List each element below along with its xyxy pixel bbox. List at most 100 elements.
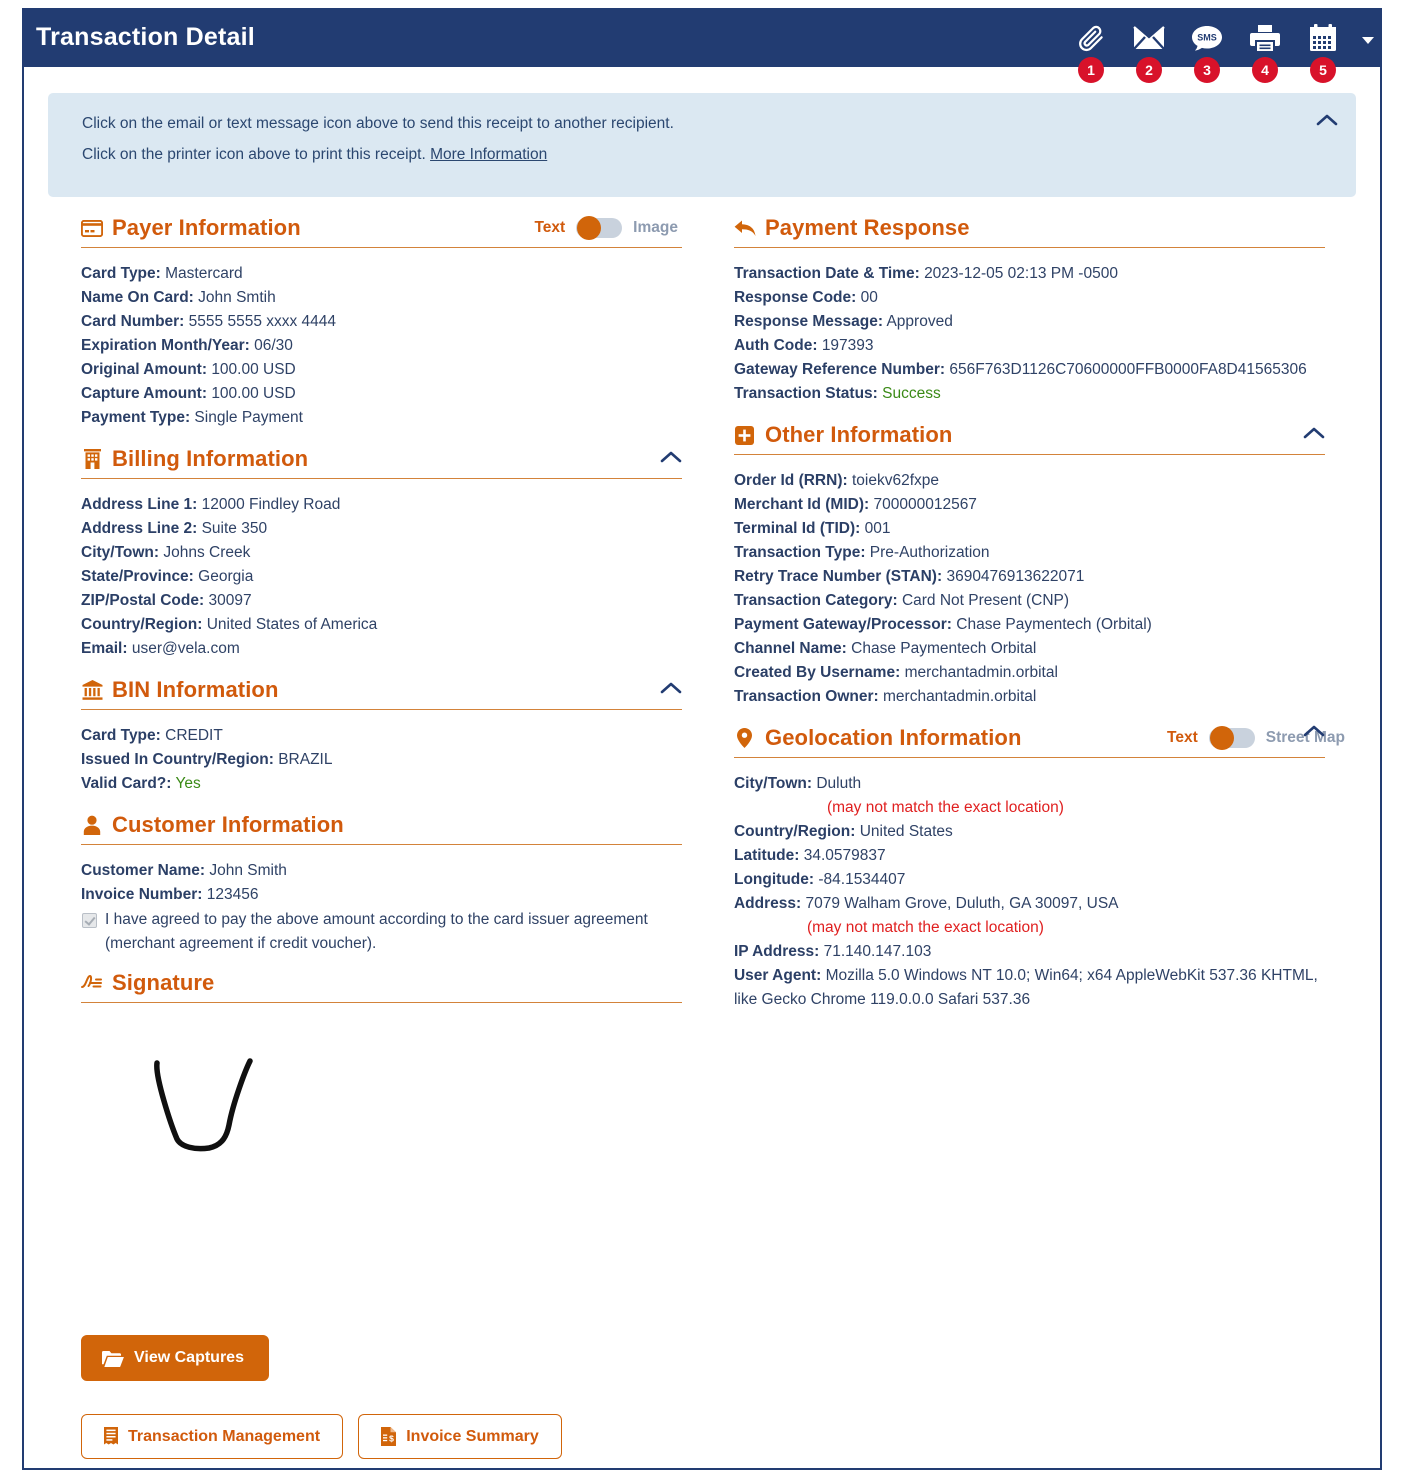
chevron-down-icon[interactable] <box>1362 36 1374 44</box>
geolocation-toggle-knob <box>1209 726 1234 750</box>
field-value: Card Not Present (CNP) <box>901 592 1070 609</box>
field-gateway-reference: Gateway Reference Number: 656F763D1126C7… <box>734 358 1325 382</box>
payment-response-title: Payment Response <box>764 215 970 240</box>
field-card-type: Card Type: Mastercard <box>81 262 682 286</box>
field-geo-ip-address: IP Address: 71.140.147.103 <box>734 940 1325 964</box>
field-transaction-datetime: Transaction Date & Time: 2023-12-05 02:1… <box>734 262 1325 286</box>
field-value: Johns Creek <box>163 544 251 561</box>
field-created-by-username: Created By Username: merchantadmin.orbit… <box>734 661 1325 685</box>
primary-button-row: View Captures <box>81 1335 1380 1381</box>
field-key: Valid Card?: <box>81 775 172 792</box>
field-geo-city: City/Town: Duluth <box>734 772 1325 796</box>
section-geolocation-information: Geolocation Information Text Street Map … <box>733 724 1345 1020</box>
bin-information-header: BIN Information <box>81 677 682 710</box>
banner-collapse-chevron-icon[interactable] <box>1316 113 1338 131</box>
field-value: 100.00 USD <box>211 361 296 378</box>
field-key: Address: <box>733 895 802 912</box>
calendar-badge: 5 <box>1310 57 1336 83</box>
status-badge: Success <box>882 385 941 402</box>
agreement-checkbox[interactable] <box>82 913 97 928</box>
payer-toggle-knob <box>577 216 602 240</box>
sms-icon: SMS <box>1191 24 1223 52</box>
geolocation-toggle-switch[interactable] <box>1208 726 1255 750</box>
svg-text:SMS: SMS <box>1197 33 1217 43</box>
field-value: Chase Paymentech Orbital <box>851 640 1037 657</box>
field-key: Address Line 1: <box>81 496 198 513</box>
field-key: City/Town: <box>733 775 813 792</box>
field-transaction-category: Transaction Category: Card Not Present (… <box>734 589 1325 613</box>
payer-toggle-switch[interactable] <box>576 216 623 240</box>
bin-information-title: BIN Information <box>112 677 279 702</box>
field-value: Mastercard <box>165 265 243 282</box>
geolocation-toggle-left-label: Text <box>1167 729 1198 746</box>
field-geo-address: Address: 7079 Walham Grove, Duluth, GA 3… <box>734 892 1325 916</box>
field-value: 34.0579837 <box>803 847 886 864</box>
calendar-button[interactable]: 5 <box>1304 19 1342 83</box>
credit-card-icon <box>81 217 103 239</box>
field-value: BRAZIL <box>278 751 333 768</box>
attachment-button[interactable]: 1 <box>1072 19 1110 83</box>
invoice-icon: $ <box>381 1427 397 1446</box>
other-collapse-chevron-icon[interactable] <box>1303 426 1325 444</box>
field-transaction-status: Transaction Status: Success <box>734 382 1325 406</box>
field-key: Channel Name: <box>733 640 847 657</box>
right-column: Payment Response Transaction Date & Time… <box>682 215 1380 1335</box>
printer-icon <box>1249 23 1281 53</box>
field-value: 2023-12-05 02:13 PM -0500 <box>924 265 1118 282</box>
page-title: Transaction Detail <box>36 23 255 51</box>
field-key: Original Amount: <box>81 361 207 378</box>
field-value: Duluth <box>816 775 862 792</box>
field-valid-card: Valid Card?: Yes <box>81 772 682 796</box>
agreement-label: I have agreed to pay the above amount ac… <box>105 911 648 952</box>
view-captures-button[interactable]: View Captures <box>81 1335 269 1381</box>
field-key: City/Town: <box>81 544 160 561</box>
field-geo-longitude: Longitude: -84.1534407 <box>734 868 1325 892</box>
envelope-icon <box>1133 25 1165 51</box>
customer-information-fields: Customer Name: John Smith Invoice Number… <box>81 847 682 964</box>
field-key: Email: <box>81 640 128 657</box>
folder-open-icon <box>102 1350 124 1367</box>
sms-button[interactable]: SMS 3 <box>1188 19 1226 83</box>
geo-address-note: (may not match the exact location) <box>806 919 1044 936</box>
field-value: Yes <box>175 775 201 792</box>
email-button[interactable]: 2 <box>1130 19 1168 83</box>
section-customer-information: Customer Information Customer Name: John… <box>81 812 682 964</box>
field-capture-amount: Capture Amount: 100.00 USD <box>81 382 682 406</box>
svg-text:$: $ <box>389 1434 394 1444</box>
payer-information-title: Payer Information <box>112 215 301 240</box>
field-value: toiekv62fxpe <box>851 472 939 489</box>
transaction-management-button[interactable]: Transaction Management <box>81 1414 344 1459</box>
invoice-summary-button[interactable]: $ Invoice Summary <box>358 1414 562 1459</box>
building-icon <box>81 448 103 470</box>
field-key: Payment Gateway/Processor: <box>733 616 952 633</box>
field-geo-country: Country/Region: United States <box>734 820 1325 844</box>
section-bin-information: BIN Information Card Type: CREDIT Issued… <box>81 677 682 804</box>
other-information-fields: Order Id (RRN): toiekv62fxpe Merchant Id… <box>734 457 1325 717</box>
field-key: Payment Type: <box>81 409 191 426</box>
sms-badge: 3 <box>1194 57 1220 83</box>
signature-header: Signature <box>81 970 682 1003</box>
content-columns: Payer Information Text Image Card Type: … <box>24 215 1380 1335</box>
field-value: user@vela.com <box>131 640 240 657</box>
field-key: Response Code: <box>733 289 857 306</box>
field-key: ZIP/Postal Code: <box>81 592 205 609</box>
transaction-detail-page: Transaction Detail 1 2 SMS 3 4 5 Click o… <box>22 8 1382 1470</box>
geolocation-information-title: Geolocation Information <box>764 725 1022 750</box>
customer-information-header: Customer Information <box>81 812 682 845</box>
payer-text-image-toggle[interactable]: Text Image <box>534 216 682 240</box>
attachment-badge: 1 <box>1078 57 1104 83</box>
print-button[interactable]: 4 <box>1246 19 1284 83</box>
field-bin-card-type: Card Type: CREDIT <box>81 724 682 748</box>
field-card-number: Card Number: 5555 5555 xxxx 4444 <box>81 310 682 334</box>
bin-collapse-chevron-icon[interactable] <box>660 681 682 699</box>
billing-collapse-chevron-icon[interactable] <box>660 450 682 468</box>
field-zip-postal: ZIP/Postal Code: 30097 <box>81 589 682 613</box>
field-value: 71.140.147.103 <box>823 943 932 960</box>
geolocation-collapse-chevron-icon[interactable] <box>1303 724 1325 742</box>
field-key: Card Number: <box>81 313 185 330</box>
other-information-header: Other Information <box>733 422 1325 455</box>
geo-city-note: (may not match the exact location) <box>826 799 1064 816</box>
other-information-title: Other Information <box>764 422 953 447</box>
field-key: Response Message: <box>733 313 884 330</box>
more-information-link[interactable]: More Information <box>430 146 547 163</box>
